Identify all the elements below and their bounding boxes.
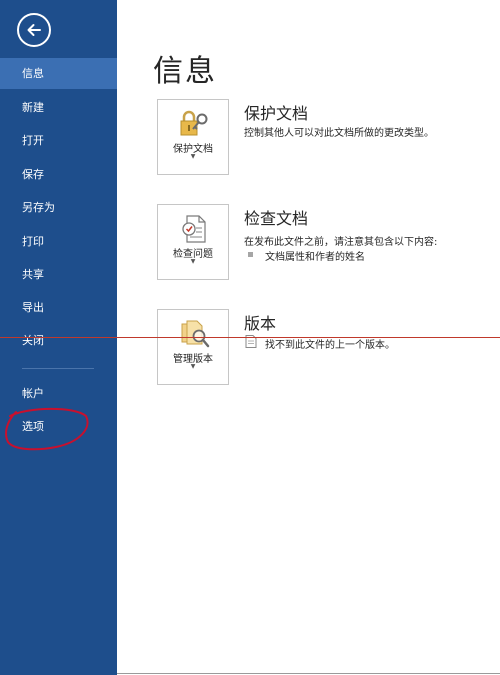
back-button[interactable] xyxy=(17,13,51,47)
inspect-document-title: 检查文档 xyxy=(244,209,309,228)
manage-versions-button[interactable]: 管理版本 ▼ xyxy=(157,309,229,385)
nav-item-new[interactable]: 新建 xyxy=(0,92,117,123)
nav-item-save[interactable]: 保存 xyxy=(0,159,117,190)
document-icon xyxy=(245,335,257,348)
chevron-down-icon: ▼ xyxy=(190,153,196,160)
nav-item-share[interactable]: 共享 xyxy=(0,259,117,290)
nav-item-account[interactable]: 帐户 xyxy=(0,378,117,409)
protect-document-button[interactable]: 保护文档 ▼ xyxy=(157,99,229,175)
nav-item-options[interactable]: 选项 xyxy=(0,411,117,442)
chevron-down-icon: ▼ xyxy=(190,363,196,370)
lock-key-icon xyxy=(180,110,208,136)
chevron-down-icon: ▼ xyxy=(190,258,196,265)
nav-item-export[interactable]: 导出 xyxy=(0,292,117,323)
nav-item-print[interactable]: 打印 xyxy=(0,226,117,257)
info-pane: 信息 保护文档 ▼ 保护文档 控制其他人可以对此文档所做的更改类型。 检查问题 … xyxy=(117,0,500,675)
bottom-divider xyxy=(117,673,500,674)
protect-document-title: 保护文档 xyxy=(244,104,309,123)
versions-title: 版本 xyxy=(244,314,277,333)
inspect-document-description: 在发布此文件之前，请注意其包含以下内容: xyxy=(244,237,438,248)
document-search-icon xyxy=(181,320,210,348)
backstage-sidebar: 信息 新建 打开 保存 另存为 打印 共享 导出 关闭 帐户 选项 xyxy=(0,0,117,675)
check-issues-button[interactable]: 检查问题 ▼ xyxy=(157,204,229,280)
versions-description: 找不到此文件的上一个版本。 xyxy=(265,340,395,351)
page-title: 信息 xyxy=(153,54,217,89)
nav-item-save-as[interactable]: 另存为 xyxy=(0,192,117,223)
arrow-left-circle-icon xyxy=(27,24,41,36)
nav-item-close[interactable]: 关闭 xyxy=(0,325,117,356)
nav-item-info[interactable]: 信息 xyxy=(0,58,117,89)
protect-document-description: 控制其他人可以对此文档所做的更改类型。 xyxy=(244,128,434,139)
sidebar-divider xyxy=(22,368,94,369)
bullet-marker xyxy=(248,252,253,257)
document-check-icon xyxy=(182,215,206,243)
nav-item-open[interactable]: 打开 xyxy=(0,125,117,156)
inspect-bullet-item: 文档属性和作者的姓名 xyxy=(265,252,365,263)
